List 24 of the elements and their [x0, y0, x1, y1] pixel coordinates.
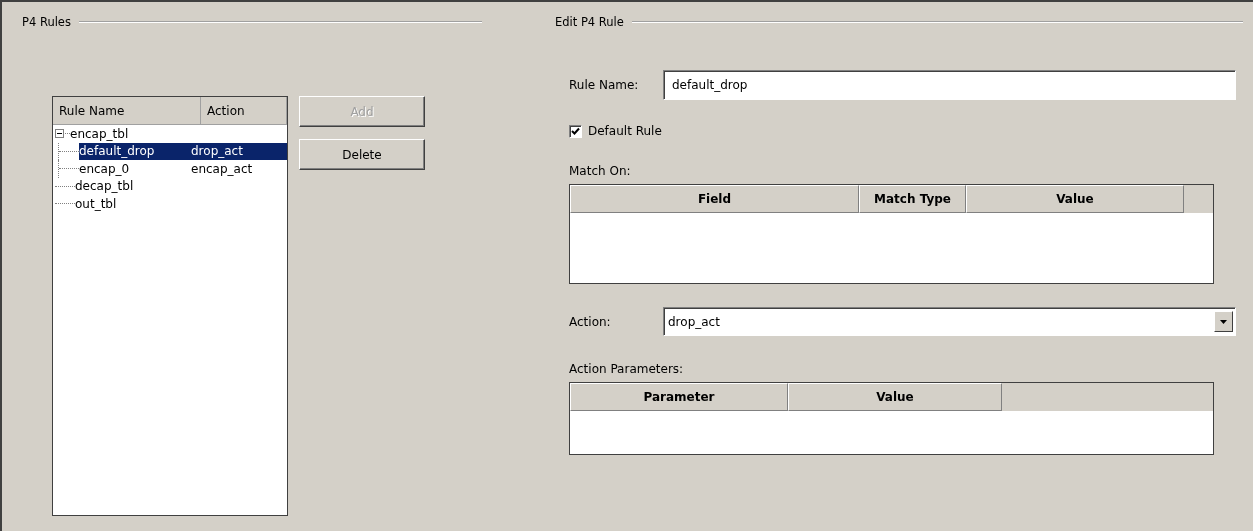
checkbox[interactable] — [569, 124, 582, 138]
column-header[interactable]: Field — [570, 185, 859, 213]
group-title: Edit P4 Rule — [555, 15, 624, 29]
column-header[interactable]: Value — [788, 383, 1002, 411]
action-dropdown[interactable]: drop_act — [663, 307, 1236, 336]
field-label: Action: — [569, 314, 612, 329]
column-header[interactable]: Rule Name — [53, 97, 201, 125]
tree-item[interactable]: encap_0 encap_act — [79, 160, 287, 178]
group-title: P4 Rules — [22, 15, 71, 29]
checkbox-label: Default Rule — [588, 124, 662, 138]
tree-item[interactable]: default_drop drop_act — [79, 142, 287, 160]
section-label: Match On: — [569, 164, 632, 178]
field-label: Rule Name: — [569, 78, 640, 92]
collapse-icon[interactable] — [55, 129, 64, 139]
button[interactable]: Delete — [299, 139, 425, 170]
tree-item[interactable]: decap_tbl — [75, 177, 287, 195]
column-header[interactable]: Match Type — [859, 185, 966, 213]
column-header[interactable]: Value — [966, 185, 1184, 213]
tree-item[interactable]: encap_tbl — [70, 125, 287, 143]
column-header[interactable]: Parameter — [570, 383, 788, 411]
tree-item[interactable]: out_tbl — [75, 195, 287, 213]
section-label: Action Parameters: — [569, 362, 685, 376]
column-header[interactable]: Action — [201, 97, 287, 125]
rule-name-field[interactable]: default_drop — [663, 70, 1236, 100]
